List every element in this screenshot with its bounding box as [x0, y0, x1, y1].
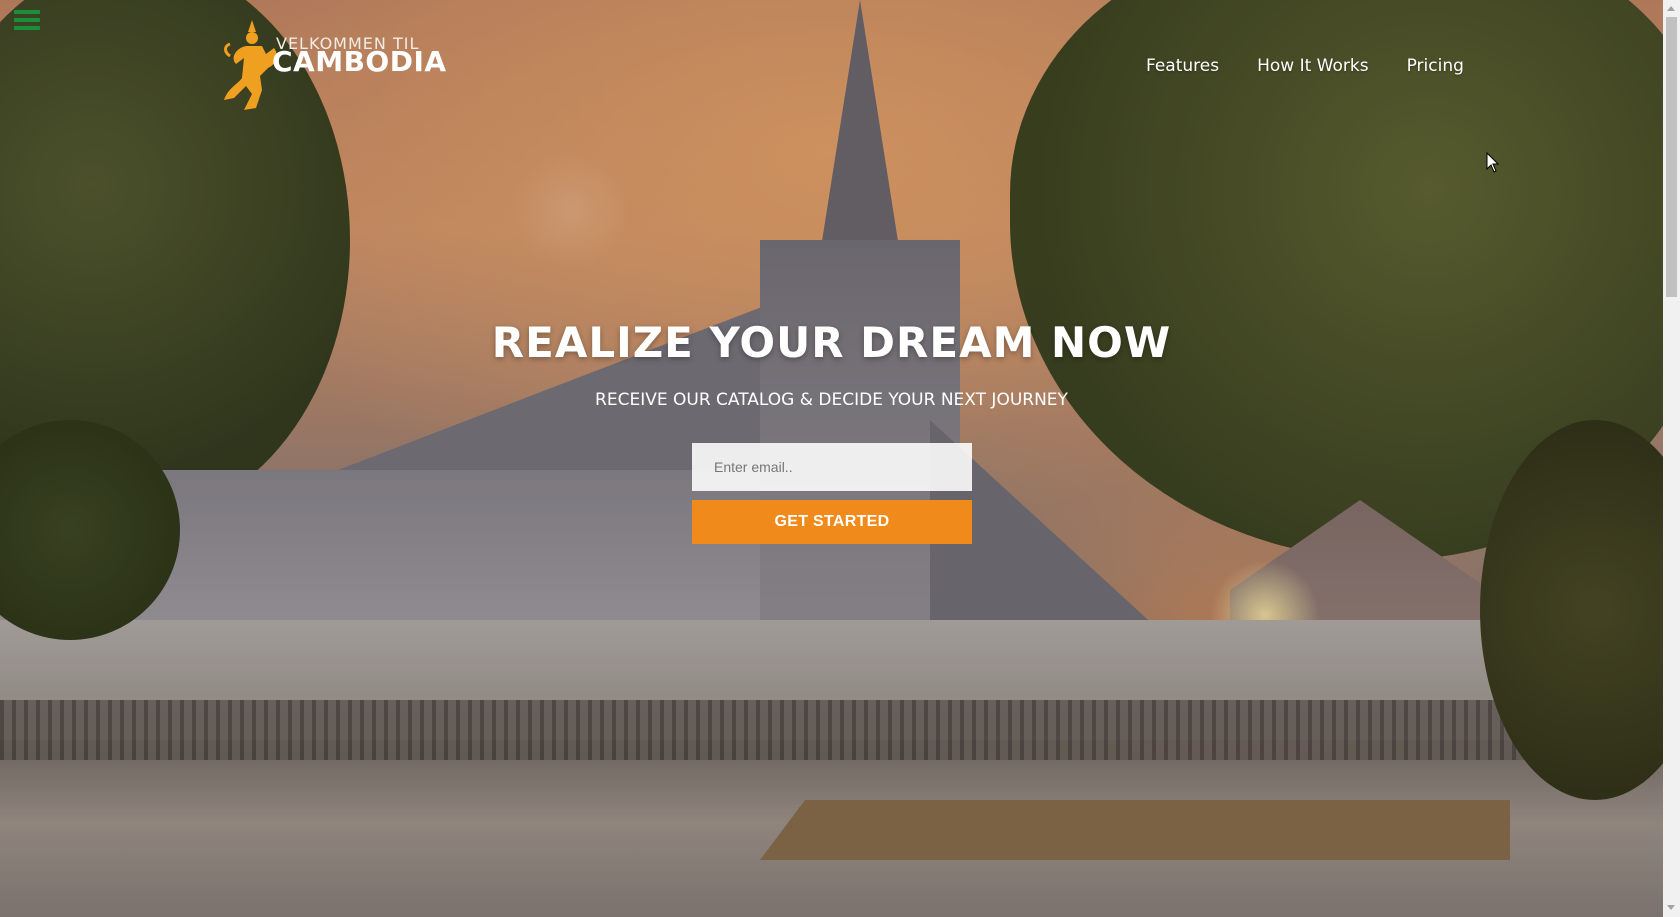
site-logo[interactable]: VELKOMMEN TIL CAMBODIA: [222, 18, 446, 118]
hero-subheadline: RECEIVE OUR CATALOG & DECIDE YOUR NEXT J…: [595, 390, 1068, 410]
hero-headline: REALIZE YOUR DREAM NOW: [491, 318, 1172, 367]
scroll-down-arrow-icon[interactable]: [1667, 905, 1675, 910]
page-scrollbar[interactable]: [1663, 0, 1680, 917]
main-nav: Features How It Works Pricing: [1146, 56, 1502, 76]
logo-wordmark: CAMBODIA: [272, 45, 447, 78]
nav-how-it-works[interactable]: How It Works: [1257, 56, 1368, 76]
scrollbar-thumb[interactable]: [1666, 17, 1677, 297]
get-started-button[interactable]: GET STARTED: [692, 500, 972, 544]
scroll-up-arrow-icon[interactable]: [1667, 6, 1675, 11]
hero-section: VELKOMMEN TIL CAMBODIA Features How It W…: [0, 0, 1663, 917]
nav-features[interactable]: Features: [1146, 56, 1219, 76]
mouse-pointer-icon: [1486, 152, 1500, 173]
email-input[interactable]: [692, 443, 972, 491]
nav-pricing[interactable]: Pricing: [1407, 56, 1464, 76]
hamburger-icon[interactable]: [14, 10, 40, 32]
